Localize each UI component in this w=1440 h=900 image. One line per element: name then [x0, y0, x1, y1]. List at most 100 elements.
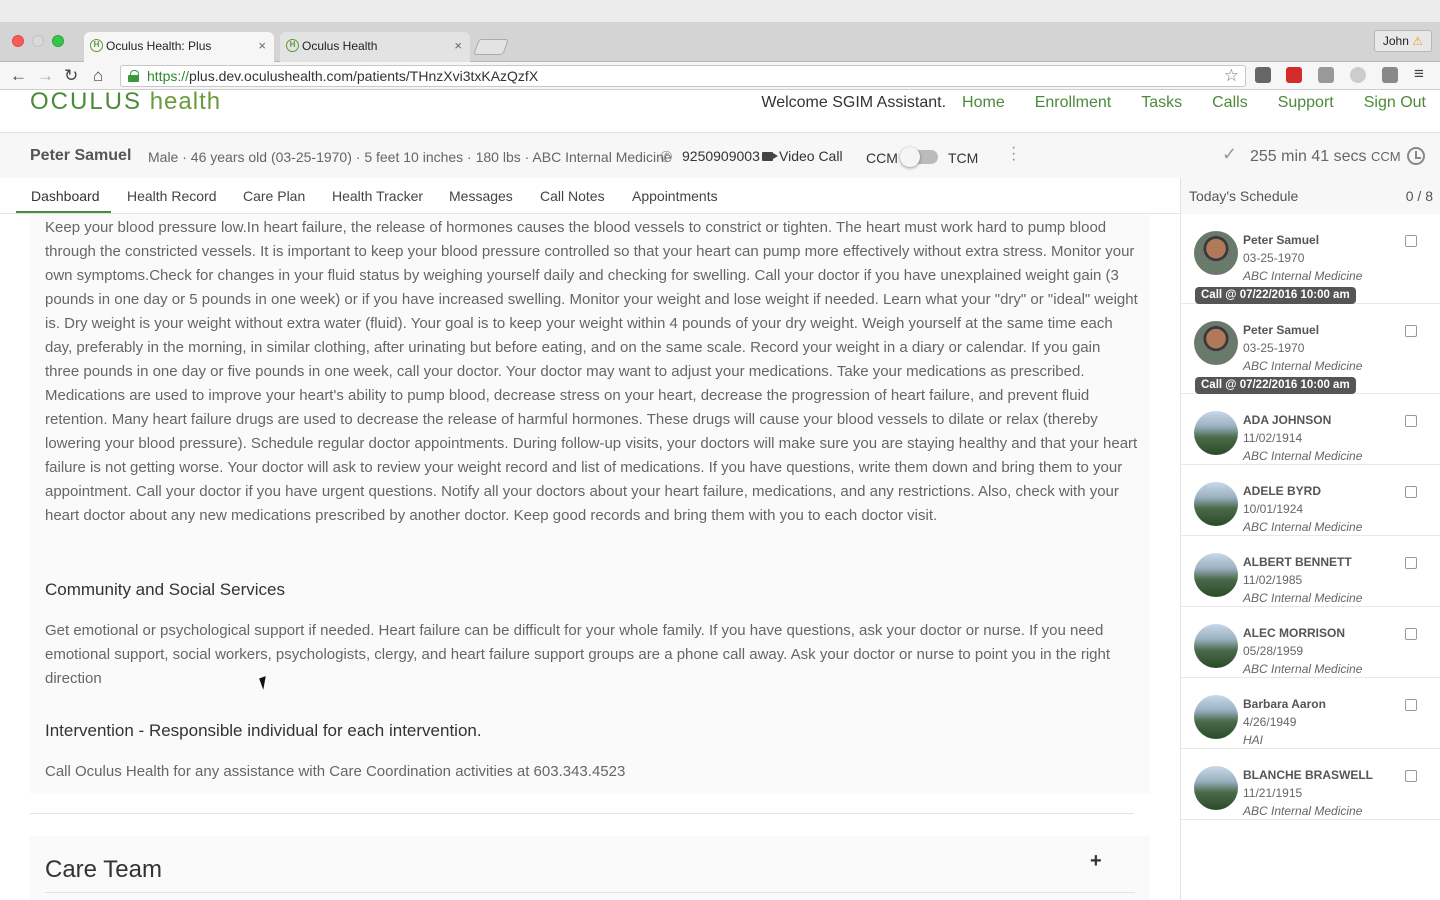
schedule-checkbox[interactable] [1405, 415, 1417, 427]
tab-appointments[interactable]: Appointments [632, 188, 718, 204]
schedule-patient-name[interactable]: ALEC MORRISON [1243, 626, 1345, 640]
close-tab-icon[interactable]: × [454, 38, 462, 53]
oculus-health-logo[interactable]: OCULUS health [30, 88, 221, 116]
schedule-checkbox[interactable] [1405, 235, 1417, 247]
timer-value: 255 min 41 secs [1250, 148, 1367, 165]
schedule-item[interactable]: BLANCHE BRASWELL 11/21/1915 ABC Internal M… [1181, 749, 1440, 820]
browser-tab-label: Oculus Health: Plus [106, 39, 212, 53]
bookmark-star-icon[interactable]: ☆ [1224, 66, 1239, 86]
care-paragraph: Keep your blood pressure low.In heart fa… [45, 219, 1138, 524]
schedule-patient-name[interactable]: ALBERT BENNETT [1243, 555, 1352, 569]
video-camera-icon[interactable] [762, 152, 778, 161]
ccm-timer: 255 min 41 secs CCM [1250, 148, 1401, 166]
nav-home[interactable]: Home [962, 94, 1005, 112]
url-field[interactable]: https://plus.dev.oculushealth.com/patien… [120, 65, 1246, 87]
close-window-button[interactable] [12, 35, 24, 47]
tab-health-tracker[interactable]: Health Tracker [332, 188, 423, 204]
schedule-checkbox[interactable] [1405, 699, 1417, 711]
schedule-header: Today's Schedule 0 / 8 [1181, 178, 1440, 214]
ccm-tcm-toggle[interactable] [900, 147, 938, 167]
schedule-checkbox[interactable] [1405, 770, 1417, 782]
extension-icon[interactable] [1286, 67, 1302, 83]
todays-schedule-panel: Today's Schedule 0 / 8 Peter Samuel 03-25… [1180, 178, 1440, 900]
profile-name: John [1382, 34, 1409, 48]
timer-unit: CCM [1370, 149, 1401, 164]
schedule-title: Today's Schedule [1189, 188, 1299, 204]
schedule-patient-org: HAI [1243, 733, 1264, 747]
nav-enrollment[interactable]: Enrollment [1035, 94, 1111, 112]
reload-icon[interactable]: ↻ [64, 66, 78, 86]
logo-text: OCULUS [30, 88, 143, 115]
avatar [1194, 624, 1238, 668]
tab-messages[interactable]: Messages [449, 188, 513, 204]
avatar [1194, 695, 1238, 739]
schedule-patient-name[interactable]: Peter Samuel [1243, 323, 1319, 337]
nav-sign-out[interactable]: Sign Out [1364, 94, 1426, 112]
phone-number[interactable]: 9250909003 [682, 148, 760, 164]
video-call-link[interactable]: Video Call [779, 148, 843, 164]
care-plan-content: Keep your blood pressure low.In heart fa… [30, 214, 1150, 794]
nav-tasks[interactable]: Tasks [1141, 94, 1182, 112]
care-team-panel: Care Team + [30, 836, 1150, 900]
logo-subtext: health [149, 88, 222, 115]
forward-arrow-icon[interactable]: → [37, 66, 54, 86]
schedule-item[interactable]: Barbara Aaron 4/26/1949 HAI [1181, 678, 1440, 749]
ccm-label: CCM [866, 150, 898, 166]
add-care-team-button[interactable]: + [1090, 850, 1102, 873]
browser-tab-active[interactable]: H Oculus Health: Plus × [84, 32, 274, 62]
tab-health-record[interactable]: Health Record [127, 188, 217, 204]
schedule-item[interactable]: ALBERT BENNETT 11/02/1985 ABC Internal Med… [1181, 536, 1440, 607]
avatar [1194, 231, 1238, 275]
schedule-checkbox[interactable] [1405, 628, 1417, 640]
schedule-item[interactable]: ADELE BYRD 10/01/1924 ABC Internal Medicin… [1181, 465, 1440, 536]
address-toolbar: ← → ↻ ⌂ https://plus.dev.oculushealth.co… [0, 62, 1440, 90]
schedule-patient-org: ABC Internal Medicine [1243, 591, 1363, 605]
schedule-checkbox[interactable] [1405, 486, 1417, 498]
schedule-patient-dob: 03-25-1970 [1243, 341, 1305, 355]
new-tab-button[interactable] [473, 39, 509, 55]
tab-call-notes[interactable]: Call Notes [540, 188, 605, 204]
welcome-text: Welcome SGIM Assistant. [761, 94, 947, 111]
extension-icon[interactable] [1318, 67, 1334, 83]
browser-tab[interactable]: H Oculus Health × [280, 32, 470, 62]
url-scheme: https:// [147, 68, 190, 84]
maximize-window-button[interactable] [52, 35, 64, 47]
menu-icon[interactable]: ≡ [1414, 65, 1430, 83]
extension-icon[interactable] [1350, 67, 1366, 83]
minimize-window-button[interactable] [32, 35, 44, 47]
timer-clock-icon[interactable] [1407, 147, 1425, 165]
close-tab-icon[interactable]: × [258, 38, 266, 53]
schedule-patient-name[interactable]: Barbara Aaron [1243, 697, 1326, 711]
schedule-checkbox[interactable] [1405, 557, 1417, 569]
phone-icon[interactable]: ✆ [660, 148, 673, 166]
schedule-patient-name[interactable]: BLANCHE BRASWELL [1243, 768, 1373, 782]
schedule-patient-org: ABC Internal Medicine [1243, 359, 1363, 373]
nav-calls[interactable]: Calls [1212, 94, 1248, 112]
tab-care-plan[interactable]: Care Plan [243, 188, 305, 204]
schedule-patient-name[interactable]: ADA JOHNSON [1243, 413, 1331, 427]
lock-icon [128, 70, 139, 82]
oculus-favicon-icon: H [90, 39, 103, 52]
top-navigation: Welcome SGIM Assistant. Home Enrollment … [761, 94, 1426, 112]
browser-profile-button[interactable]: John ⚠ [1373, 30, 1432, 52]
schedule-checkbox[interactable] [1405, 325, 1417, 337]
schedule-patient-dob: 11/02/1985 [1243, 573, 1303, 587]
back-arrow-icon[interactable]: ← [10, 66, 27, 86]
schedule-item[interactable]: Peter Samuel 03-25-1970 ABC Internal Medic… [1181, 214, 1440, 304]
schedule-patient-name[interactable]: Peter Samuel [1243, 233, 1319, 247]
nav-support[interactable]: Support [1278, 94, 1334, 112]
schedule-item[interactable]: Peter Samuel 03-25-1970 ABC Internal Medic… [1181, 304, 1440, 394]
schedule-item[interactable]: ALEC MORRISON 05/28/1959 ABC Internal Medi… [1181, 607, 1440, 678]
home-icon[interactable]: ⌂ [93, 66, 103, 86]
extension-icon[interactable] [1255, 67, 1271, 83]
os-menu-strip [0, 0, 1440, 22]
extension-icon[interactable] [1382, 67, 1398, 83]
schedule-item[interactable]: ADA JOHNSON 11/02/1914 ABC Internal Medici… [1181, 394, 1440, 465]
section-heading: Intervention - Responsible individual fo… [45, 721, 482, 740]
schedule-patient-name[interactable]: ADELE BYRD [1243, 484, 1321, 498]
tab-dashboard[interactable]: Dashboard [31, 188, 100, 204]
care-paragraph: Call Oculus Health for any assistance wi… [45, 763, 626, 780]
call-time-badge: Call @ 07/22/2016 10:00 am [1195, 287, 1356, 304]
more-options-icon[interactable]: · · · [1011, 140, 1016, 168]
schedule-patient-org: ABC Internal Medicine [1243, 662, 1363, 676]
